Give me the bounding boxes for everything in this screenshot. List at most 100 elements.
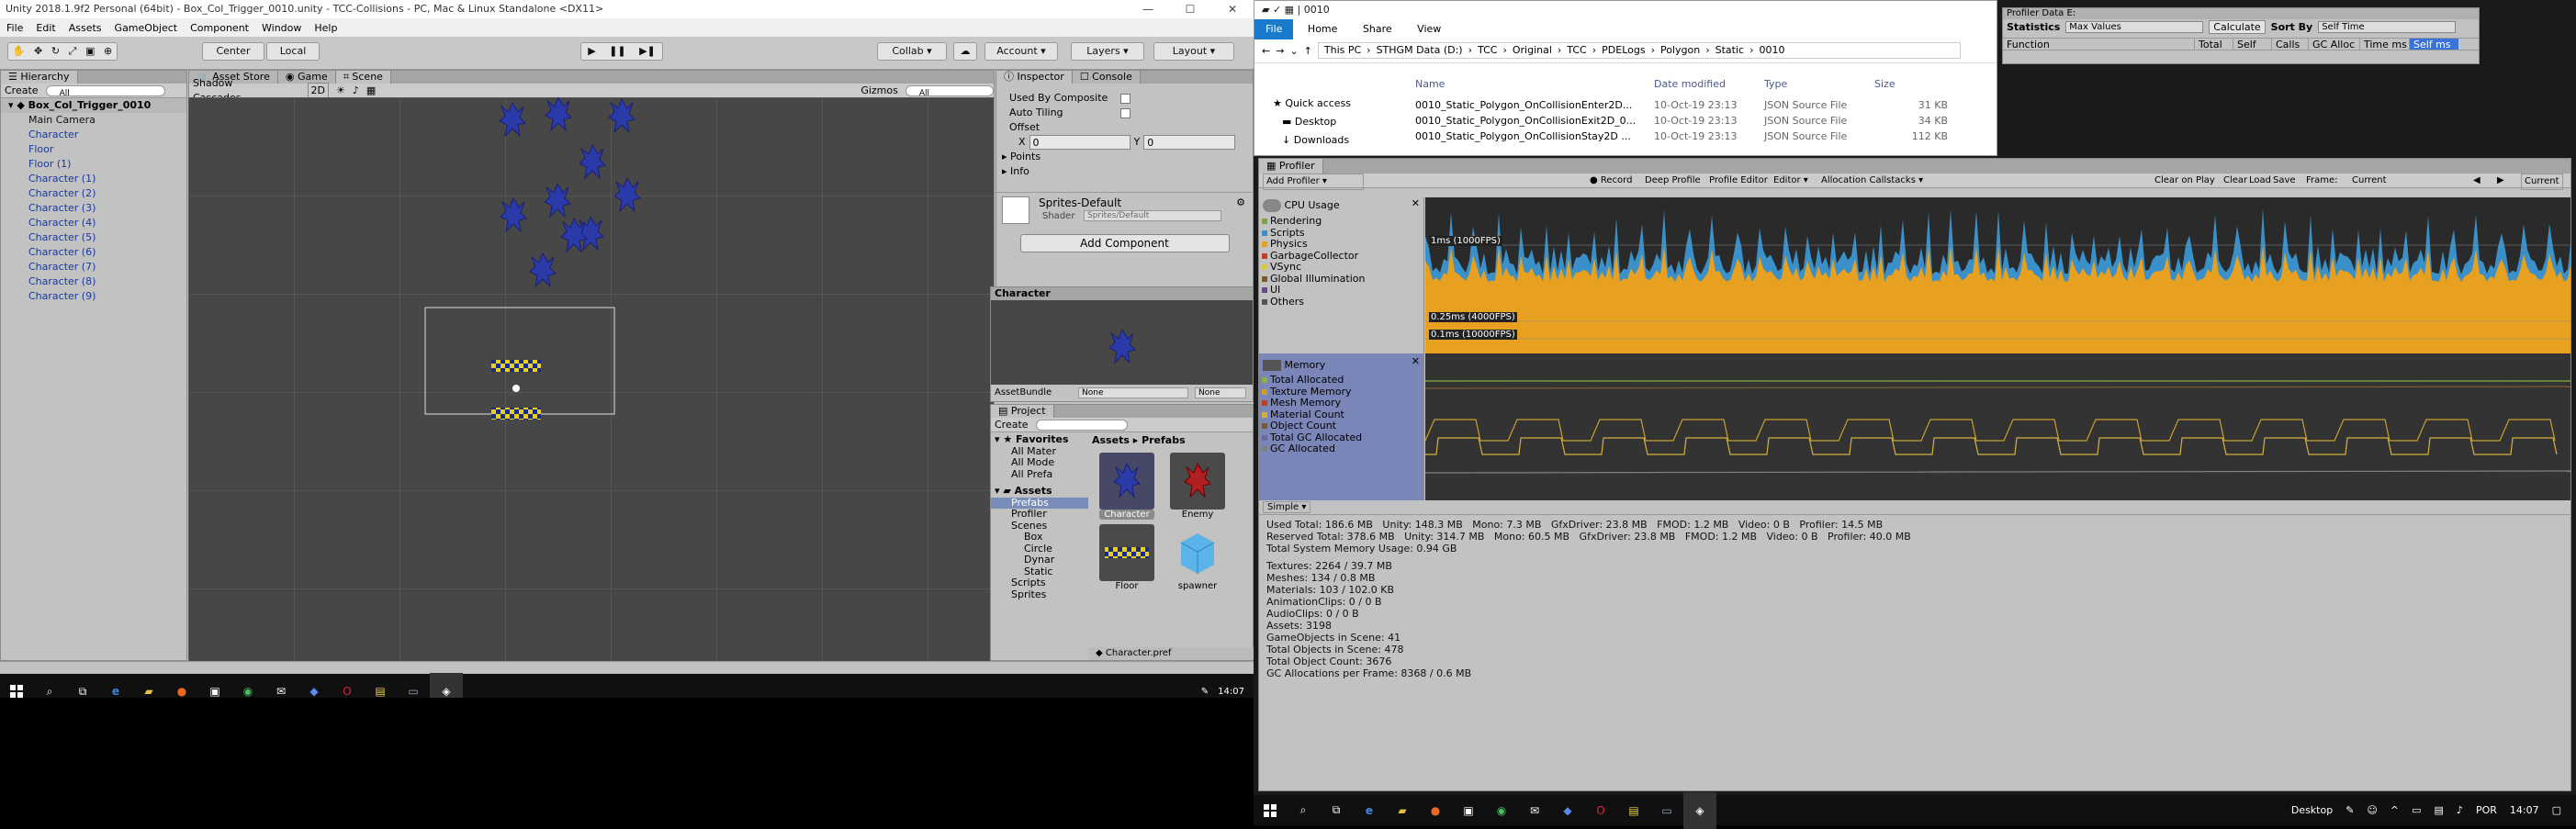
layout-button[interactable]: Layout ▾ bbox=[1153, 42, 1234, 61]
step-icon[interactable]: ▶❚ bbox=[639, 43, 656, 60]
cpu-legend-item[interactable]: Global Illumination bbox=[1259, 273, 1423, 286]
folder-sprites[interactable]: Sprites bbox=[991, 588, 1088, 601]
path-segment[interactable]: This PC bbox=[1324, 43, 1361, 58]
mail-icon[interactable]: ✉ bbox=[264, 673, 298, 698]
memory-graph[interactable] bbox=[1424, 353, 2570, 500]
col-time-ms[interactable]: Time ms bbox=[2359, 39, 2409, 50]
favorite-item[interactable]: All Mode bbox=[991, 456, 1088, 469]
path-segment[interactable]: TCC bbox=[1478, 43, 1497, 58]
pause-icon[interactable]: ❚❚ bbox=[609, 43, 625, 60]
favorites-folder[interactable]: ▾ ★ Favorites bbox=[991, 433, 1088, 446]
col-size[interactable]: Size bbox=[1874, 76, 1948, 92]
effects-toggle-icon[interactable]: ▦ bbox=[366, 84, 376, 98]
points-foldout[interactable]: ▸ Points bbox=[996, 150, 1253, 164]
used-by-composite-checkbox[interactable] bbox=[1120, 94, 1131, 104]
clear-button[interactable]: Clear bbox=[2223, 174, 2247, 188]
back-icon[interactable]: ← bbox=[1262, 45, 1270, 57]
collab-button[interactable]: Collab ▾ bbox=[877, 42, 947, 61]
allocation-callstacks-dropdown[interactable]: Allocation Callstacks ▾ bbox=[1821, 174, 1923, 188]
rotate-tool-icon[interactable]: ↻ bbox=[51, 43, 60, 60]
hierarchy-item[interactable]: Character bbox=[1, 128, 186, 142]
col-self[interactable]: Self bbox=[2233, 39, 2271, 50]
unity-taskbar-icon[interactable]: ◈ bbox=[1683, 791, 1716, 829]
scene-search-input[interactable]: All bbox=[905, 84, 994, 98]
hierarchy-item[interactable]: Character (7) bbox=[1, 260, 186, 274]
search-icon[interactable]: ⌕ bbox=[1287, 792, 1320, 829]
hierarchy-item[interactable]: Floor bbox=[1, 142, 186, 157]
col-self-ms[interactable]: Self ms bbox=[2409, 39, 2458, 50]
cpu-legend-item[interactable]: Others bbox=[1259, 296, 1423, 308]
folder-scripts[interactable]: Scripts bbox=[991, 577, 1088, 589]
menu-window[interactable]: Window bbox=[255, 22, 308, 34]
offset-x-field[interactable]: 0 bbox=[1029, 135, 1131, 150]
layers-button[interactable]: Layers ▾ bbox=[1071, 42, 1144, 61]
chrome-icon[interactable]: ◉ bbox=[231, 673, 264, 698]
file-row[interactable]: 0010_Static_Polygon_OnCollisionStay2D ..… bbox=[1415, 129, 1985, 144]
folder-box[interactable]: Box bbox=[991, 531, 1088, 543]
unity-taskbar-icon[interactable]: ◈ bbox=[430, 673, 463, 698]
hierarchy-search-input[interactable]: All bbox=[45, 84, 165, 98]
hierarchy-item[interactable]: Character (8) bbox=[1, 274, 186, 289]
app-window-icon[interactable]: ▭ bbox=[397, 673, 430, 698]
max-values-dropdown[interactable]: Max Values bbox=[2065, 20, 2204, 33]
up-icon[interactable]: ↑ bbox=[1304, 45, 1312, 57]
asset-spawner-thumb[interactable] bbox=[1170, 524, 1225, 581]
auto-tiling-checkbox[interactable] bbox=[1120, 108, 1131, 118]
edge-icon[interactable]: e bbox=[1353, 792, 1386, 829]
path-segment[interactable]: Static bbox=[1715, 43, 1744, 58]
project-create-button[interactable]: Create bbox=[995, 418, 1029, 432]
ribbon-home[interactable]: Home bbox=[1297, 19, 1348, 39]
rect-tool-icon[interactable]: ▣ bbox=[85, 43, 95, 60]
windows-start-icon[interactable] bbox=[0, 673, 33, 698]
path-segment[interactable]: PDELogs bbox=[1602, 43, 1645, 58]
clock[interactable]: 14:07 bbox=[2510, 804, 2539, 816]
breadcrumb-assets[interactable]: Assets bbox=[1092, 434, 1130, 446]
save-button[interactable]: Save bbox=[2273, 174, 2296, 188]
hierarchy-item[interactable]: Floor (1) bbox=[1, 157, 186, 172]
record-button[interactable]: ● Record bbox=[1590, 174, 1632, 188]
path-segment[interactable]: 0010 bbox=[1759, 43, 1784, 58]
profile-editor-button[interactable]: Profile Editor bbox=[1709, 174, 1768, 188]
maximize-icon[interactable]: ☐ bbox=[1169, 0, 1211, 18]
file-explorer-icon[interactable]: ▰ bbox=[1386, 792, 1419, 829]
sort-by-dropdown[interactable]: Self Time bbox=[2318, 20, 2457, 33]
assets-folder[interactable]: ▾ ▰ Assets bbox=[991, 485, 1088, 498]
volume-icon[interactable]: ♪ bbox=[2457, 804, 2463, 816]
hierarchy-item[interactable]: Character (6) bbox=[1, 245, 186, 260]
app-window-icon[interactable]: ▭ bbox=[1650, 792, 1683, 829]
close-icon[interactable]: ✕ bbox=[1211, 0, 1254, 18]
task-view-icon[interactable]: ⧉ bbox=[1320, 792, 1353, 829]
close-cpu-icon[interactable]: ✕ bbox=[1412, 197, 1420, 209]
offset-y-field[interactable]: 0 bbox=[1143, 135, 1236, 150]
asset-floor-thumb[interactable] bbox=[1099, 524, 1154, 581]
move-tool-icon[interactable]: ✥ bbox=[34, 43, 42, 60]
menu-help[interactable]: Help bbox=[308, 22, 343, 34]
path-segment[interactable]: Original bbox=[1513, 43, 1552, 58]
view-mode-dropdown[interactable]: Simple ▾ bbox=[1263, 501, 1311, 513]
file-explorer-icon[interactable]: ▰ bbox=[132, 673, 165, 698]
nav-downloads[interactable]: ↓ Downloads bbox=[1273, 129, 1351, 151]
people-icon[interactable]: ☺ bbox=[2367, 804, 2377, 816]
hierarchy-item[interactable]: Character (2) bbox=[1, 186, 186, 201]
pen-icon[interactable]: ✎ bbox=[1201, 687, 1209, 697]
recent-icon[interactable]: ⌄ bbox=[1289, 45, 1298, 57]
transform-tools[interactable]: ✋ ✥ ↻ ⤢ ▣ ⊕ bbox=[7, 42, 118, 61]
cloud-icon[interactable]: ☁ bbox=[953, 42, 977, 61]
hand-tool-icon[interactable]: ✋ bbox=[13, 43, 26, 60]
menu-gameobject[interactable]: GameObject bbox=[108, 22, 185, 34]
scale-tool-icon[interactable]: ⤢ bbox=[69, 43, 77, 60]
favorite-item[interactable]: All Prefa bbox=[991, 468, 1088, 481]
col-calls[interactable]: Calls bbox=[2271, 39, 2308, 50]
add-component-button[interactable]: Add Component bbox=[1019, 234, 1230, 252]
notes-icon[interactable]: ▤ bbox=[364, 673, 397, 698]
hierarchy-item[interactable]: Main Camera bbox=[1, 113, 186, 128]
forward-icon[interactable]: → bbox=[1276, 45, 1284, 57]
ribbon-file[interactable]: File bbox=[1254, 19, 1294, 39]
audio-toggle-icon[interactable]: ♪ bbox=[353, 84, 359, 98]
tab-console[interactable]: ☐ Console bbox=[1072, 71, 1141, 84]
notes-icon[interactable]: ▤ bbox=[1617, 792, 1650, 829]
pivot-center-button[interactable]: Center bbox=[202, 42, 264, 61]
2d-toggle[interactable]: 2D bbox=[307, 82, 330, 99]
hierarchy-item[interactable]: Character (3) bbox=[1, 201, 186, 216]
desktop-toolbar[interactable]: Desktop bbox=[2291, 804, 2333, 816]
